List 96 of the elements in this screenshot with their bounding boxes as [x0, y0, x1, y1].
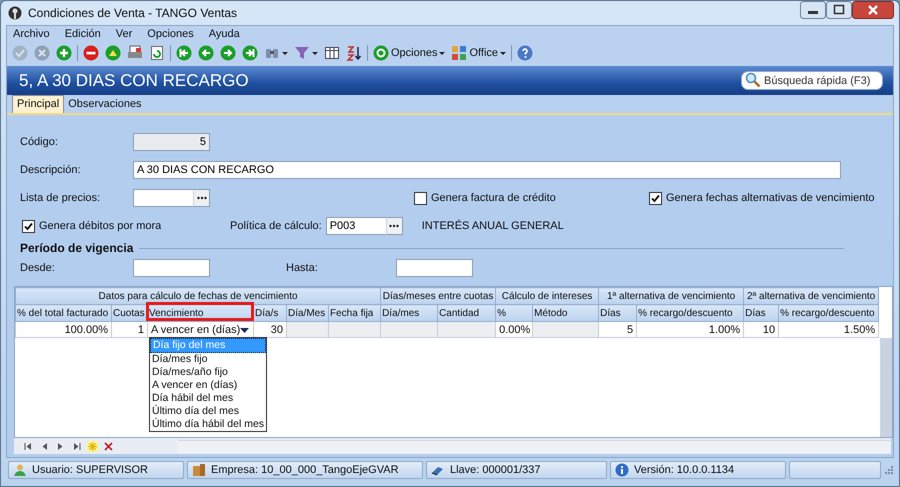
- minimize-icon[interactable]: [800, 1, 826, 19]
- column-header[interactable]: %: [496, 304, 533, 322]
- ellipsis-icon: [196, 196, 206, 200]
- group-header: Cálculo de intereses: [496, 288, 599, 304]
- checkbox[interactable]: [22, 220, 35, 232]
- user-icon: [13, 463, 27, 477]
- field-label: Desde:: [20, 262, 56, 274]
- toolbar-menu-button[interactable]: Opciones: [372, 44, 446, 62]
- column-header[interactable]: Cantidad: [438, 304, 496, 322]
- toolbar-menu-button[interactable]: Office: [450, 44, 508, 62]
- dropdown-option[interactable]: Día hábil del mes: [150, 392, 266, 405]
- help-icon[interactable]: [517, 45, 534, 61]
- vertical-scrollbar[interactable]: [880, 338, 892, 437]
- column-header[interactable]: % recargo/descuento: [636, 304, 744, 322]
- checkbox[interactable]: [649, 192, 662, 204]
- column-header[interactable]: % del total facturado: [16, 304, 112, 322]
- tab[interactable]: Principal: [12, 95, 64, 113]
- search-field[interactable]: Búsqueda rápida (F3): [741, 71, 883, 90]
- date-field[interactable]: [133, 259, 210, 277]
- group-header: Días/meses entre cuotas: [380, 288, 496, 304]
- horizontal-scrollbar[interactable]: [178, 440, 891, 452]
- field-label: Lista de precios:: [20, 192, 102, 204]
- delete-icon[interactable]: [102, 440, 115, 452]
- status-text: Usuario: SUPERVISOR: [32, 464, 148, 476]
- group-header: Datos para cálculo de fechas de vencimiento: [16, 288, 381, 304]
- date-field[interactable]: [396, 259, 473, 277]
- column-header[interactable]: Día/Mes: [286, 304, 328, 322]
- table-cell: 1: [112, 322, 148, 338]
- toolbar-dropdown-button[interactable]: [293, 44, 319, 62]
- section-title: Período de vigencia: [20, 241, 134, 255]
- checkbox-label: Genera fechas alternativas de vencimiento: [666, 192, 875, 204]
- menu-item[interactable]: Ver: [116, 28, 132, 40]
- menu-item[interactable]: Archivo: [13, 28, 50, 40]
- star-icon[interactable]: [86, 440, 99, 452]
- column-header[interactable]: % recargo/descuento: [778, 304, 879, 322]
- browse-button[interactable]: [386, 217, 403, 235]
- dropdown-option[interactable]: A vencer en (días): [150, 379, 266, 392]
- caret-icon: [240, 328, 249, 333]
- maximize-icon[interactable]: [826, 1, 852, 19]
- last-icon[interactable]: [242, 45, 258, 61]
- group-header: 1ª alternativa de vencimiento: [598, 288, 744, 304]
- table-cell: 1.50%: [778, 322, 879, 338]
- field-label: Hasta:: [286, 262, 319, 274]
- sort-icon[interactable]: [346, 45, 362, 61]
- table-cell: 10: [744, 322, 779, 338]
- resize-grip-icon: [884, 465, 894, 475]
- group-header: 2ª alternativa de vencimiento: [744, 288, 879, 304]
- first-icon[interactable]: [176, 45, 192, 61]
- dropdown-option[interactable]: Día/mes fijo: [150, 353, 266, 366]
- field-label: Política de cálculo:: [230, 220, 322, 232]
- field-label: Descripción:: [20, 164, 82, 176]
- field-label: Código:: [20, 136, 59, 148]
- column-header[interactable]: Método: [532, 304, 599, 322]
- menu-item[interactable]: Edición: [64, 28, 101, 40]
- dropdown-option[interactable]: Último día del mes: [150, 405, 266, 418]
- checkbox-label: Genera débitos por mora: [39, 220, 162, 232]
- previous-icon[interactable]: [198, 45, 214, 61]
- column-header[interactable]: Días: [744, 304, 779, 322]
- app-icon: [8, 6, 22, 20]
- window-title: Condiciones de Venta - TANGO Ventas: [28, 6, 238, 20]
- add-icon[interactable]: [56, 45, 72, 61]
- column-header[interactable]: Fecha fija: [328, 304, 381, 322]
- price-list-field[interactable]: [133, 189, 193, 207]
- dropdown-option[interactable]: Día/mes/año fijo: [150, 366, 266, 379]
- refresh-icon[interactable]: [149, 45, 165, 61]
- status-text: Llave: 000001/337: [450, 464, 541, 476]
- column-header[interactable]: Día/mes: [380, 304, 438, 322]
- info-icon: [615, 463, 629, 477]
- delete-icon[interactable]: [83, 45, 99, 61]
- checkbox-label: Genera factura de crédito: [431, 192, 556, 204]
- next-icon[interactable]: [220, 45, 236, 61]
- table-cell: 5: [598, 322, 637, 338]
- record-title: 5, A 30 DIAS CON RECARGO: [19, 70, 249, 90]
- status-text: Versión: 10.0.0.1134: [634, 464, 734, 476]
- filter-icon: [294, 45, 310, 61]
- ellipsis-icon: [389, 224, 400, 228]
- building-icon: [192, 463, 206, 477]
- browse-button[interactable]: [193, 189, 210, 207]
- table-cell: 1.00%: [636, 322, 744, 338]
- menu-item[interactable]: Ayuda: [208, 28, 240, 40]
- menu-item[interactable]: Opciones: [147, 28, 194, 40]
- column-header[interactable]: Día/s: [254, 304, 286, 322]
- column-header[interactable]: Días: [598, 304, 637, 322]
- office-icon: [451, 45, 468, 61]
- description-field[interactable]: A 30 DIAS CON RECARGO: [133, 161, 841, 179]
- policy-field[interactable]: P003: [326, 217, 386, 235]
- close-icon[interactable]: [852, 1, 894, 19]
- table-cell: 100.00%: [16, 322, 112, 338]
- status-text: Empresa: 10_00_000_TangoEjeGVAR: [211, 464, 399, 476]
- search-icon: [745, 72, 761, 88]
- columns-icon[interactable]: [324, 45, 340, 61]
- printer-icon[interactable]: [127, 45, 143, 61]
- tab[interactable]: Observaciones: [64, 96, 146, 113]
- policy-description: INTERÉS ANUAL GENERAL: [422, 220, 564, 232]
- checkbox[interactable]: [414, 192, 427, 204]
- dropdown-option[interactable]: Último día hábil del mes: [150, 418, 266, 431]
